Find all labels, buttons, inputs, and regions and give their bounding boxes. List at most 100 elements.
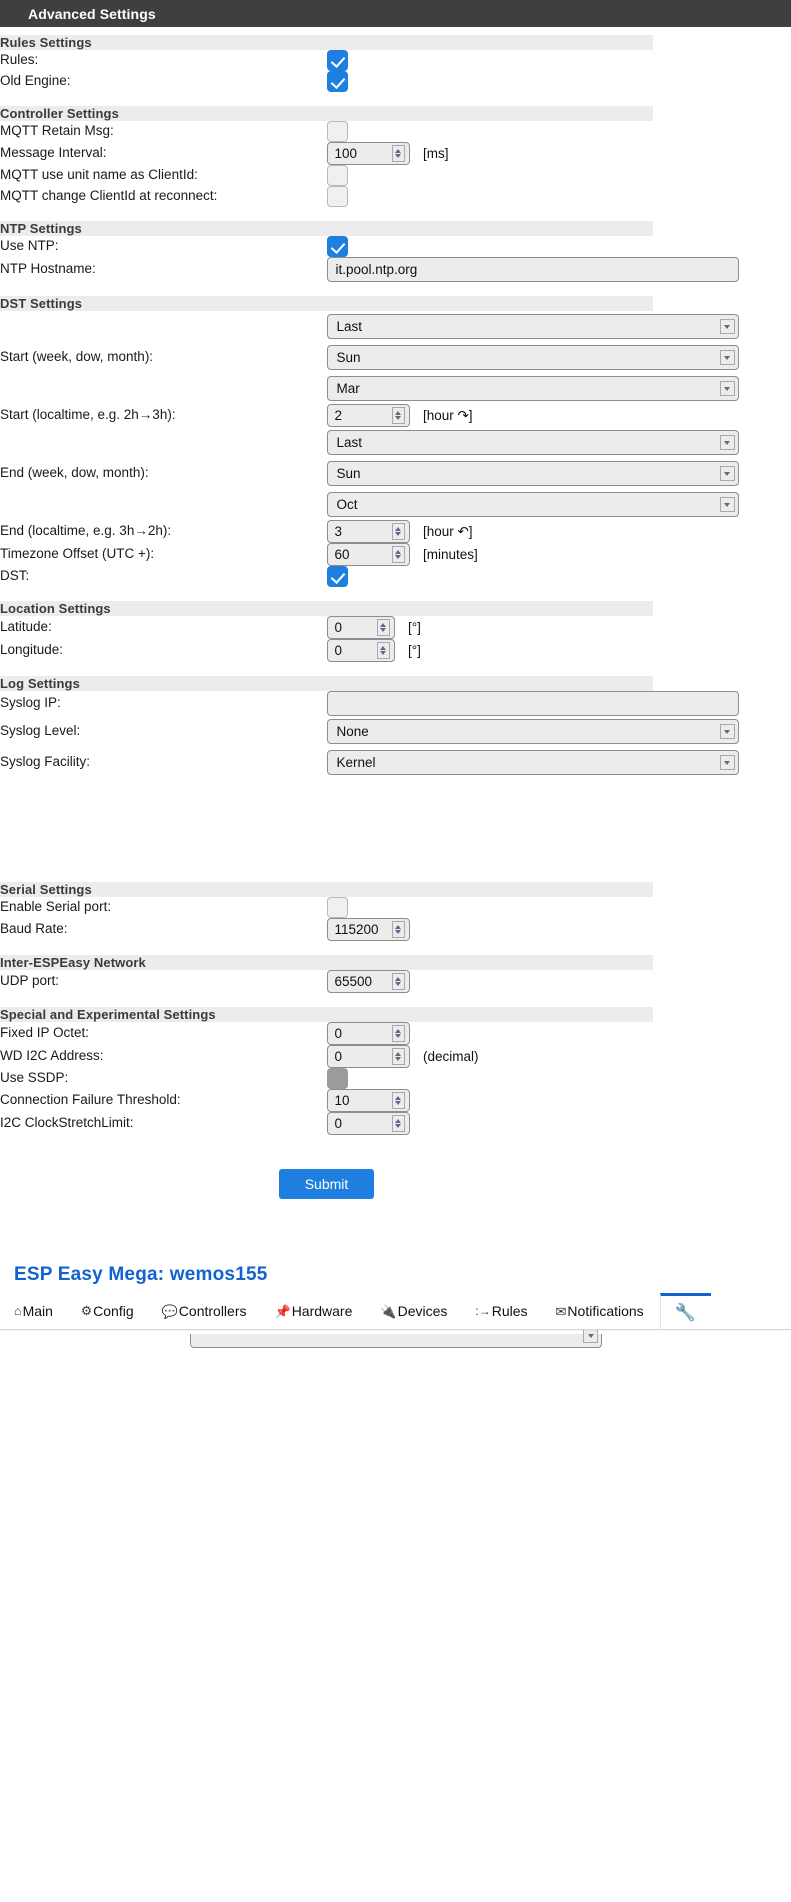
tz-offset-input[interactable]: 60 [326,543,410,566]
fixed-ip-octet-stepper[interactable] [391,1025,405,1042]
baud-rate-stepper[interactable] [391,921,405,938]
fixed-ip-octet-input[interactable]: 0 [326,1022,410,1045]
latitude-stepper[interactable] [376,619,390,636]
plug-icon: 🔌 [380,1303,397,1319]
row-dst-start: Start (week, dow, month): Last Sun Mar [0,311,739,404]
tz-offset-stepper[interactable] [391,546,405,563]
dst-end-week-select[interactable]: Last [326,430,739,455]
section-header-rules-label: Rules Settings [0,35,653,50]
section-header-log: Log Settings [0,676,653,691]
ntp-hostname-input[interactable]: it.pool.ntp.org [326,257,739,282]
advanced-settings-form: Rules Settings Rules: Old Engine: Contro… [0,27,739,778]
pin-icon: 📌 [274,1303,291,1319]
dst-end-week-value: Last [336,435,363,450]
nav-item-config[interactable]: ⚙ Config [67,1293,148,1329]
mqtt-change-id-checkbox[interactable] [326,186,348,207]
row-baud-rate: Baud Rate: 115200 [0,918,653,941]
row-old-engine: Old Engine: [0,71,653,92]
dst-start-month-select[interactable]: Mar [326,376,739,401]
latitude-input[interactable]: 0 [326,616,395,639]
i2c-clockstretch-value: 0 [334,1116,343,1131]
syslog-level-select[interactable]: None [326,719,739,744]
mqtt-retain-label: MQTT Retain Msg: [0,123,114,139]
baud-rate-input[interactable]: 115200 [326,918,410,941]
longitude-input[interactable]: 0 [326,639,395,662]
section-header-dst-label: DST Settings [0,296,653,311]
syslog-facility-value: Kernel [336,755,376,770]
use-ntp-checkbox[interactable] [326,236,348,257]
dst-start-time-value: 2 [334,408,343,423]
chevron-down-icon[interactable] [719,350,735,365]
nav-item-notifications[interactable]: ✉ Notifications [542,1293,658,1329]
mqtt-retain-checkbox[interactable] [326,121,348,142]
section-header-serial: Serial Settings [0,882,653,897]
syslog-level-label: Syslog Level: [0,723,81,739]
dst-start-week-select[interactable]: Last [326,314,739,339]
i2c-clockstretch-input[interactable]: 0 [326,1112,410,1135]
dst-end-month-select[interactable]: Oct [326,492,739,517]
conn-fail-threshold-stepper[interactable] [391,1092,405,1109]
row-enable-serial: Enable Serial port: [0,897,653,918]
chevron-down-icon[interactable] [719,466,735,481]
home-icon: ⌂ [14,1303,22,1318]
nav-item-main[interactable]: ⌂ Main [0,1293,67,1329]
submit-button[interactable]: Submit [278,1169,375,1199]
udp-port-input[interactable]: 65500 [326,970,410,993]
chevron-down-icon[interactable] [719,381,735,396]
section-header-controller-label: Controller Settings [0,106,653,121]
use-ssdp-checkbox[interactable] [326,1068,348,1089]
i2c-clockstretch-stepper[interactable] [391,1115,405,1132]
rules-checkbox[interactable] [326,50,348,71]
row-use-ntp: Use NTP: [0,236,653,257]
dst-start-time-label: Start (localtime, e.g. 2h→3h): [0,407,176,423]
dst-start-dow-select[interactable]: Sun [326,345,739,370]
old-engine-checkbox[interactable] [326,71,348,92]
wd-i2c-address-stepper[interactable] [391,1048,405,1065]
chevron-down-icon[interactable] [719,319,735,334]
spacer [0,282,653,296]
dst-end-time-stepper[interactable] [391,523,405,540]
rules-icon: :→ [475,1304,491,1318]
spacer [0,662,653,676]
dst-end-dow-select[interactable]: Sun [326,461,739,486]
udp-port-value: 65500 [334,974,373,989]
dst-end-dow-value: Sun [336,466,361,481]
chevron-down-icon[interactable] [719,435,735,450]
fixed-ip-octet-label: Fixed IP Octet: [0,1025,90,1041]
row-conn-fail-thresh: Connection Failure Threshold: 10 [0,1089,653,1112]
conn-fail-threshold-label: Connection Failure Threshold: [0,1092,181,1108]
conn-fail-threshold-input[interactable]: 10 [326,1089,410,1112]
row-rules: Rules: [0,50,653,71]
longitude-stepper[interactable] [376,642,390,659]
section-header-special: Special and Experimental Settings [0,1007,653,1022]
chevron-down-icon[interactable] [719,724,735,739]
udp-port-stepper[interactable] [391,973,405,990]
spacer [0,27,653,35]
nav-item-devices[interactable]: 🔌 Devices [366,1293,461,1329]
dst-start-time-stepper[interactable] [391,407,405,424]
wd-i2c-address-input[interactable]: 0 [326,1045,410,1068]
settings-page: Rules Settings Rules: Old Engine: Contro… [0,27,791,1219]
nav-item-tools[interactable]: 🔧 [659,1293,711,1329]
dst-end-time-input[interactable]: 3 [326,520,410,543]
chevron-down-icon[interactable] [719,497,735,512]
i2c-clockstretch-label: I2C ClockStretchLimit: [0,1115,134,1131]
tz-offset-label: Timezone Offset (UTC +): [0,546,155,562]
syslog-ip-label: Syslog IP: [0,695,61,711]
mqtt-unitname-checkbox[interactable] [326,165,348,186]
nav-item-hardware[interactable]: 📌 Hardware [261,1293,367,1329]
syslog-ip-input[interactable] [326,691,739,716]
message-interval-input[interactable]: 100 [326,142,410,165]
dst-start-time-input[interactable]: 2 [326,404,410,427]
dst-checkbox[interactable] [326,566,348,587]
spacer [0,92,653,106]
message-interval-stepper[interactable] [391,145,405,162]
nav-item-controllers[interactable]: 💬 Controllers [148,1293,261,1329]
nav-item-rules[interactable]: :→ Rules [461,1293,541,1329]
syslog-facility-select[interactable]: Kernel [326,750,739,775]
chevron-down-icon[interactable] [719,755,735,770]
dst-start-month-value: Mar [336,381,360,396]
chevron-down-icon[interactable] [583,1330,598,1343]
clipped-select-under-nav[interactable] [190,1330,602,1348]
enable-serial-checkbox[interactable] [326,897,348,918]
